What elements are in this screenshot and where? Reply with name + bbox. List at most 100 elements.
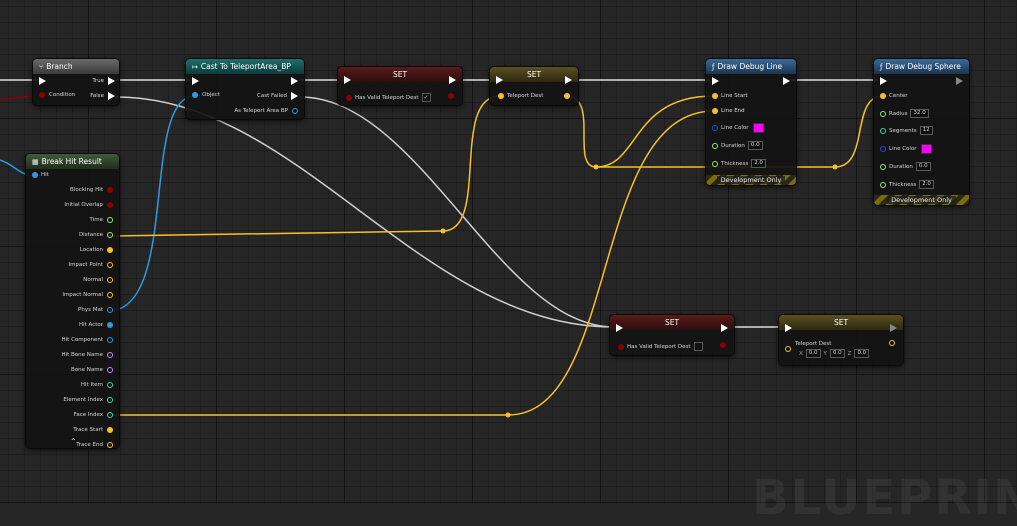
collapse-arrow-icon[interactable]: ⌃ <box>70 437 77 446</box>
break-hit-output-pin[interactable]: Hit Component <box>62 337 113 343</box>
segments-pin[interactable]: Segments 12 <box>880 126 933 135</box>
output-pin[interactable] <box>889 340 895 346</box>
radius-pin[interactable]: Radius 32.0 <box>880 109 929 118</box>
break-hit-output-pin[interactable]: Hit Item <box>81 382 113 388</box>
thickness-pin[interactable]: Thickness 2.0 <box>880 180 934 189</box>
break-hit-output-pin[interactable]: Location <box>80 247 113 253</box>
true-pin[interactable]: True <box>92 77 115 85</box>
exec-in-pin[interactable] <box>880 77 887 85</box>
pin-connector[interactable] <box>107 397 113 403</box>
exec-out-pin[interactable] <box>449 76 456 84</box>
blueprint-graph-canvas[interactable]: ⑂ Branch True Condition False ↦ Cast To … <box>0 0 1017 526</box>
break-hit-output-pin[interactable]: Hit Actor <box>79 322 113 328</box>
object-pin[interactable]: Object <box>192 92 220 98</box>
break-hit-output-pin[interactable]: Normal <box>83 277 113 283</box>
as-teleport-area-pin[interactable]: As Teleport Area BP <box>234 108 298 114</box>
exec-out-pin[interactable] <box>890 324 897 332</box>
z-field[interactable]: 0.0 <box>854 349 870 358</box>
output-pin[interactable] <box>720 342 726 348</box>
has-valid-teleport-dest-pin[interactable]: Has Valid Teleport Dest ✓ <box>346 93 431 102</box>
thickness-field[interactable]: 2.0 <box>919 180 934 189</box>
center-pin[interactable]: Center <box>880 93 908 99</box>
break-hit-output-pin[interactable]: Distance <box>79 232 113 238</box>
break-hit-output-pin[interactable]: Blocking Hit <box>70 187 113 193</box>
has-valid-teleport-dest-pin[interactable]: Has Valid Teleport Dest <box>618 342 703 351</box>
pin-connector[interactable] <box>107 277 113 283</box>
branch-node[interactable]: ⑂ Branch True Condition False <box>33 59 119 105</box>
duration-field[interactable]: 0.0 <box>747 141 763 150</box>
break-hit-output-pin[interactable]: Hit Bone Name <box>61 352 113 358</box>
line-color-pin[interactable]: Line Color <box>880 144 932 154</box>
exec-in-pin[interactable] <box>785 324 792 332</box>
hit-pin[interactable]: Hit <box>32 172 49 178</box>
pin-connector[interactable] <box>107 442 113 448</box>
break-hit-output-pin[interactable]: Impact Point <box>69 262 113 268</box>
set-has-valid-teleport-dest-node-2[interactable]: SET Has Valid Teleport Dest <box>610 315 734 355</box>
pin-connector[interactable] <box>107 247 113 253</box>
pin-connector[interactable] <box>107 367 113 373</box>
break-hit-output-pin[interactable]: Trace Start <box>73 427 113 433</box>
duration-pin[interactable]: Duration 0.0 <box>712 141 763 150</box>
break-hit-output-pin[interactable]: Element Index <box>63 397 113 403</box>
break-hit-result-node[interactable]: ▦ Break Hit Result Hit Blocking Hit Initi… <box>26 154 119 448</box>
pin-connector[interactable] <box>107 262 113 268</box>
break-hit-output-pin[interactable]: Phys Mat <box>78 307 113 313</box>
segments-field[interactable]: 12 <box>919 126 933 135</box>
thickness-pin[interactable]: Thickness 2.0 <box>712 159 766 168</box>
output-pin[interactable] <box>564 93 570 99</box>
break-hit-output-pin[interactable]: Time <box>90 217 113 223</box>
exec-in-pin[interactable] <box>616 324 623 332</box>
break-hit-output-pin[interactable]: Trace End <box>76 442 113 448</box>
exec-in-pin[interactable] <box>496 76 503 84</box>
break-hit-output-pin[interactable]: Impact Normal <box>62 292 113 298</box>
pin-connector[interactable] <box>107 382 113 388</box>
pin-connector[interactable] <box>107 232 113 238</box>
pin-connector[interactable] <box>107 337 113 343</box>
exec-out-pin[interactable] <box>783 77 790 85</box>
exec-in-pin[interactable] <box>192 77 199 85</box>
exec-out-pin[interactable] <box>565 76 572 84</box>
exec-in-pin[interactable] <box>712 77 719 85</box>
false-pin[interactable]: False <box>90 92 115 100</box>
line-start-pin[interactable]: Line Start <box>712 93 748 99</box>
condition-pin[interactable]: Condition <box>39 92 75 98</box>
pin-connector[interactable] <box>107 307 113 313</box>
pin-connector[interactable] <box>107 187 113 193</box>
break-hit-output-pin[interactable]: Initial Overlap <box>64 202 113 208</box>
set-teleport-dest-node[interactable]: SET Teleport Dest <box>490 67 578 105</box>
duration-field[interactable]: 0.0 <box>915 162 931 171</box>
teleport-dest-pin[interactable] <box>785 346 791 352</box>
line-color-swatch[interactable] <box>752 123 764 133</box>
pin-connector[interactable] <box>107 427 113 433</box>
y-field[interactable]: 0.0 <box>829 349 845 358</box>
cast-failed-pin[interactable]: Cast Failed <box>257 92 298 100</box>
pin-connector[interactable] <box>107 202 113 208</box>
thickness-field[interactable]: 2.0 <box>751 159 766 168</box>
pin-connector[interactable] <box>107 322 113 328</box>
pin-connector[interactable] <box>107 412 113 418</box>
checkbox[interactable] <box>693 342 703 351</box>
break-hit-output-pin[interactable]: Bone Name <box>71 367 113 373</box>
output-pin[interactable] <box>448 93 454 99</box>
line-end-pin[interactable]: Line End <box>712 108 745 114</box>
pin-connector[interactable] <box>107 292 113 298</box>
break-hit-output-pin[interactable]: Face Index <box>74 412 113 418</box>
exec-in-pin[interactable] <box>39 77 46 85</box>
draw-debug-sphere-node[interactable]: ƒ Draw Debug Sphere Center Radius 32.0 Se… <box>874 59 969 205</box>
teleport-dest-pin[interactable]: Teleport Dest <box>498 93 543 99</box>
draw-debug-line-node[interactable]: ƒ Draw Debug Line Line Start Line End Li… <box>706 59 796 185</box>
radius-field[interactable]: 32.0 <box>910 109 929 118</box>
line-color-swatch[interactable] <box>920 144 932 154</box>
duration-pin[interactable]: Duration 0.0 <box>880 162 931 171</box>
cast-node[interactable]: ↦ Cast To TeleportArea_BP Object Cast Fa… <box>186 59 304 119</box>
line-color-pin[interactable]: Line Color <box>712 123 764 133</box>
exec-out-pin[interactable] <box>721 324 728 332</box>
set-has-valid-teleport-dest-node[interactable]: SET Has Valid Teleport Dest ✓ <box>338 67 462 105</box>
pin-connector[interactable] <box>107 217 113 223</box>
exec-in-pin[interactable] <box>344 76 351 84</box>
set-teleport-dest-node-2[interactable]: SET Teleport Dest X 0.0 Y 0.0 Z 0.0 <box>779 315 903 365</box>
pin-connector[interactable] <box>107 352 113 358</box>
exec-out-pin[interactable] <box>956 77 963 85</box>
checkbox[interactable]: ✓ <box>421 93 431 102</box>
exec-out-pin[interactable] <box>291 77 298 85</box>
